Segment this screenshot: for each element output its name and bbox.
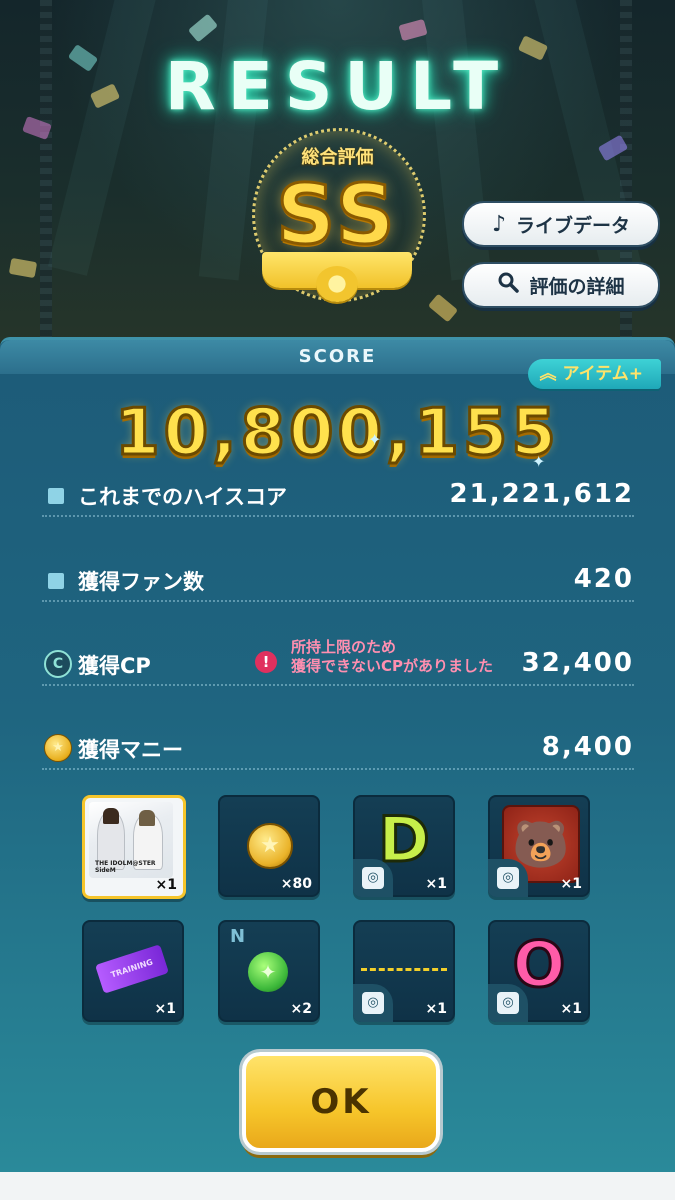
reward-qty: ×1 [560, 1001, 582, 1017]
music-note-icon: ♪ [491, 211, 507, 237]
double-chevron-up-icon: ︽ [539, 364, 557, 384]
bottom-bar [0, 1172, 675, 1200]
reward-coin[interactable]: ★ ×80 [218, 795, 320, 897]
ribbon-bow [316, 266, 358, 302]
sparkle-icon: ✦ [368, 430, 382, 449]
reward-letter-o[interactable]: O ◎ ×1 [488, 920, 590, 1022]
cp-label: 獲得CP [78, 654, 151, 678]
ok-button[interactable]: OK [242, 1052, 440, 1152]
fans-row: 獲得ファン数 420 [42, 560, 634, 602]
cp-warning-line1: 所持上限のため [291, 638, 397, 656]
item-tag: ◎ [353, 859, 393, 897]
money-value: 8,400 [541, 732, 634, 762]
rank-label: 総合評価 [301, 147, 374, 168]
high-score-value: 21,221,612 [449, 479, 634, 509]
square-bullet-icon [48, 573, 64, 589]
photo-tag-icon: ◎ [362, 992, 384, 1014]
reward-letter-d[interactable]: D ◎ ×1 [353, 795, 455, 897]
dashed-line-icon [361, 968, 447, 971]
photo-tag-icon: ◎ [362, 867, 384, 889]
rarity-n-label: N [230, 926, 246, 947]
card-illustration: THE IDOLM@STER SideM [89, 802, 173, 878]
confetti [427, 293, 459, 323]
cp-warning-line2: 獲得できないCPがありました [291, 657, 494, 675]
item-tag: ◎ [488, 984, 528, 1022]
high-score-label: これまでのハイスコア [78, 485, 287, 509]
fans-value: 420 [573, 564, 634, 594]
square-bullet-icon [48, 488, 64, 504]
money-row: ★ 獲得マニー 8,400 [42, 728, 634, 770]
reward-qty: ×1 [425, 876, 447, 892]
coin-icon: ★ [247, 823, 293, 869]
photo-tag-icon: ◎ [497, 992, 519, 1014]
eval-detail-button[interactable]: 評価の詳細 [462, 262, 660, 308]
reward-bear-emblem[interactable]: 🐻 ◎ ×1 [488, 795, 590, 897]
reward-training-ticket[interactable]: TRAINING ×1 [82, 920, 184, 1022]
live-data-button[interactable]: ♪ ライブデータ [462, 201, 660, 247]
reward-card[interactable]: THE IDOLM@STER SideM ×1 [82, 795, 186, 899]
green-orb-icon: ✦ [248, 952, 288, 992]
fans-label: 獲得ファン数 [78, 570, 204, 594]
reward-qty: ×1 [560, 876, 582, 892]
exclamation-icon: ! [255, 651, 277, 673]
item-tag: ◎ [353, 984, 393, 1022]
live-data-button-label: ライブデータ [516, 214, 631, 237]
magnifier-icon [497, 271, 520, 299]
total-score: 10,800,155 [114, 395, 560, 472]
item-tag: ◎ [488, 859, 528, 897]
confetti [187, 13, 219, 43]
high-score-row: これまでのハイスコア 21,221,612 [42, 475, 634, 517]
reward-qty: ×1 [425, 1001, 447, 1017]
eval-detail-button-label: 評価の詳細 [529, 275, 625, 298]
card-caption: THE IDOLM@STER SideM [95, 860, 156, 874]
reward-qty: ×80 [280, 876, 312, 892]
sparkle-icon: ✦ [532, 452, 546, 471]
training-ticket-icon: TRAINING [95, 944, 169, 994]
cp-row: C 獲得CP ! 所持上限のため 獲得できないCPがありました 32,400 [42, 638, 634, 686]
cp-warning: 所持上限のため 獲得できないCPがありました [291, 638, 493, 676]
photo-tag-icon: ◎ [497, 867, 519, 889]
reward-dashed-line[interactable]: ◎ ×1 [353, 920, 455, 1022]
cp-value: 32,400 [521, 648, 634, 678]
coin-icon: ★ [44, 734, 72, 762]
card-figure-hair [139, 810, 155, 826]
money-label: 獲得マニー [78, 738, 183, 762]
reward-qty: ×1 [154, 1001, 176, 1017]
item-plus-label: アイテム+ [562, 364, 643, 384]
reward-qty: ×1 [155, 877, 177, 893]
reward-green-orb[interactable]: N ✦ ×2 [218, 920, 320, 1022]
result-title: RESULT [164, 48, 511, 125]
card-figure-hair [103, 808, 119, 824]
reward-qty: ×2 [290, 1001, 312, 1017]
c-badge-icon: C [44, 650, 72, 678]
item-plus-tab[interactable]: ︽ アイテム+ [527, 359, 661, 389]
confetti [398, 18, 428, 42]
